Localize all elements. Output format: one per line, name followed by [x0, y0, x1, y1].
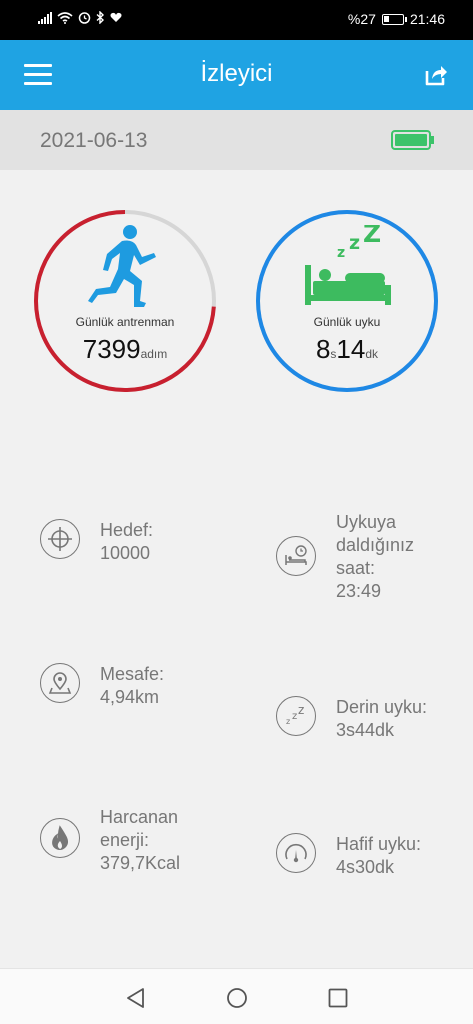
- battery-percent: %27: [347, 11, 376, 27]
- svg-text:z: z: [349, 232, 360, 254]
- sleep-minutes-unit: dk: [365, 347, 379, 361]
- svg-text:z: z: [337, 245, 345, 261]
- sleep-ring[interactable]: z z Z Günlük uyku 8s14dk: [255, 209, 439, 393]
- alarm-icon: [78, 12, 91, 24]
- sleeping-bed-icon: z z Z: [305, 225, 391, 305]
- clock: 21:46: [409, 11, 445, 27]
- date-label[interactable]: 2021-06-13: [40, 129, 147, 153]
- battery-level: [383, 15, 389, 22]
- sleep-hours: 8: [315, 334, 331, 364]
- target-icon: [40, 519, 80, 559]
- activity-ring[interactable]: Günlük antrenman 7399adım: [33, 209, 217, 393]
- sleep-start-value: 23:49: [336, 581, 382, 601]
- wifi-icon: [57, 11, 73, 24]
- home-icon[interactable]: [226, 987, 248, 1009]
- stat-light-sleep: Hafif uyku: 4s30dk: [276, 833, 421, 879]
- activity-value: 7399adım: [33, 334, 217, 365]
- step-count: 7399: [82, 334, 141, 364]
- battery-full-icon: [391, 130, 434, 150]
- svg-text:z: z: [292, 711, 297, 722]
- system-nav-bar: [0, 968, 473, 1024]
- goal-value: 10000: [100, 543, 151, 563]
- distance-value: 4,94km: [100, 687, 160, 707]
- svg-text:Z: Z: [363, 225, 381, 248]
- light-sleep-label: Hafif uyku:: [336, 834, 422, 854]
- sleep-value: 8s14dk: [255, 334, 439, 365]
- deep-sleep-icon: zzz: [276, 696, 316, 736]
- deep-sleep-value: 3s44dk: [336, 720, 395, 740]
- page-title: İzleyici: [200, 60, 273, 87]
- stat-goal: Hedef: 10000: [40, 519, 153, 565]
- sleep-start-label-1: Uykuya: [336, 512, 397, 532]
- svg-text:z: z: [286, 717, 290, 726]
- sleep-label: Günlük uyku: [313, 315, 381, 329]
- date-bar: 2021-06-13: [0, 110, 473, 170]
- location-pin-icon: [40, 663, 80, 703]
- runner-icon: [88, 225, 156, 307]
- stat-distance: Mesafe: 4,94km: [40, 663, 164, 709]
- sleep-start-label-2: daldığınız: [336, 535, 415, 555]
- sleep-start-label-3: saat:: [336, 558, 376, 578]
- sleep-minutes: 14: [336, 334, 366, 364]
- stat-sleep-start: Uykuya daldığınız saat: 23:49: [276, 511, 414, 603]
- energy-label-2: enerji:: [100, 830, 150, 850]
- share-icon[interactable]: [423, 62, 449, 88]
- heart-icon: [110, 12, 122, 22]
- stat-energy: Harcanan enerji: 379,7Kcal: [40, 806, 180, 875]
- bluetooth-icon: [96, 11, 105, 24]
- status-icons-left: [38, 11, 122, 24]
- flame-icon: [40, 818, 80, 858]
- battery-icon: [381, 13, 407, 25]
- back-icon[interactable]: [125, 987, 147, 1009]
- goal-label: Hedef:: [100, 520, 154, 540]
- light-sleep-icon: [276, 833, 316, 873]
- activity-label: Günlük antrenman: [75, 315, 175, 329]
- energy-value: 379,7Kcal: [100, 853, 181, 873]
- status-bar: %27 21:46: [0, 0, 473, 40]
- svg-text:z: z: [298, 703, 304, 717]
- light-sleep-value: 4s30dk: [336, 857, 395, 877]
- step-unit: adım: [140, 347, 168, 361]
- status-icons-right: %27 21:46: [348, 11, 445, 27]
- app-bar: İzleyici: [0, 40, 473, 110]
- bed-clock-icon: [276, 536, 316, 576]
- signal-icon: [38, 11, 52, 24]
- recents-icon[interactable]: [327, 987, 349, 1009]
- deep-sleep-label: Derin uyku:: [336, 697, 428, 717]
- stat-deep-sleep: zzz Derin uyku: 3s44dk: [276, 696, 427, 742]
- energy-label-1: Harcanan: [100, 807, 179, 827]
- distance-label: Mesafe:: [100, 664, 165, 684]
